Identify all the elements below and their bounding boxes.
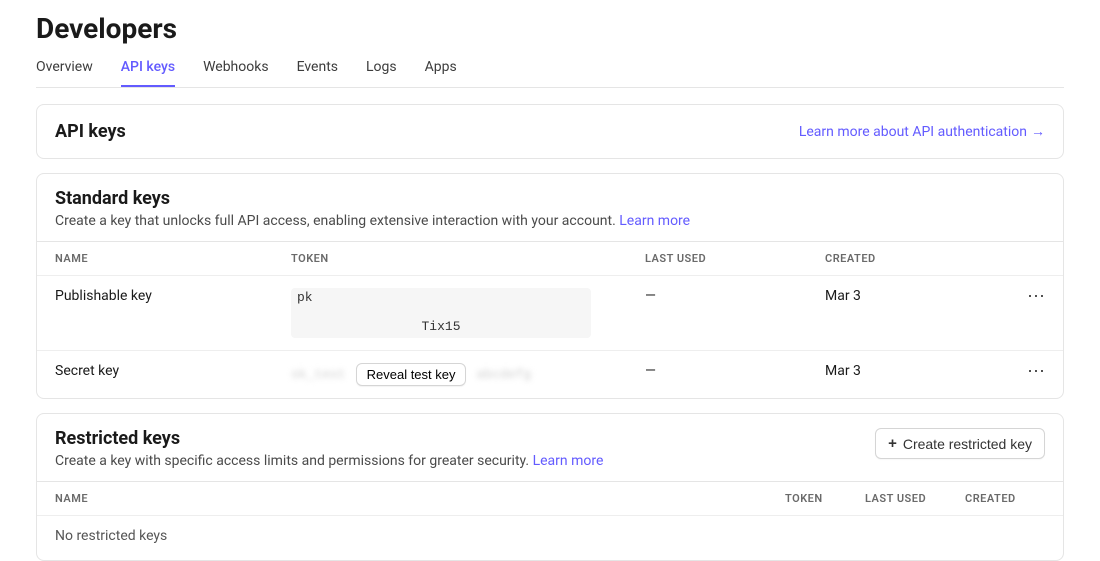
standard-keys-table-head: NAME TOKEN LAST USED CREATED: [37, 241, 1063, 275]
last-used: —: [645, 288, 825, 304]
created-date: Mar 3: [825, 288, 1015, 304]
restricted-keys-title: Restricted keys: [55, 428, 603, 449]
table-row: Secret key sk_test Reveal test key abcde…: [37, 350, 1063, 398]
key-name: Publishable key: [55, 288, 291, 304]
column-name: NAME: [55, 492, 785, 505]
row-actions-menu[interactable]: ⋯: [1015, 363, 1045, 381]
standard-keys-desc: Create a key that unlocks full API acces…: [55, 213, 1045, 229]
tab-logs[interactable]: Logs: [366, 59, 397, 87]
panel-title: API keys: [55, 121, 126, 142]
empty-state: No restricted keys: [37, 515, 1063, 560]
restricted-learn-more-link[interactable]: Learn more: [533, 453, 604, 469]
tab-api-keys[interactable]: API keys: [121, 59, 175, 87]
reveal-test-key-button[interactable]: Reveal test key: [356, 363, 467, 386]
more-icon: ⋯: [1027, 361, 1045, 382]
column-created: CREATED: [825, 252, 1015, 265]
page-title: Developers: [36, 0, 1064, 59]
restricted-keys-panel: Restricted keys Create a key with specif…: [36, 413, 1064, 561]
standard-learn-more-link[interactable]: Learn more: [619, 213, 690, 229]
restricted-keys-desc: Create a key with specific access limits…: [55, 453, 603, 469]
button-label: Create restricted key: [903, 436, 1032, 452]
column-last-used: LAST USED: [865, 492, 965, 505]
arrow-right-icon: →: [1031, 123, 1045, 140]
publishable-key-token[interactable]: pk Tix15: [291, 288, 591, 338]
table-row: Publishable key pk Tix15 — Mar 3 ⋯: [37, 275, 1063, 350]
tab-apps[interactable]: Apps: [425, 59, 457, 87]
link-text: Learn more about API authentication: [799, 124, 1027, 140]
masked-token: abcdefg: [476, 367, 531, 382]
standard-keys-title: Standard keys: [55, 188, 1045, 209]
more-icon: ⋯: [1027, 286, 1045, 307]
tab-webhooks[interactable]: Webhooks: [203, 59, 269, 87]
column-name: NAME: [55, 252, 291, 265]
created-date: Mar 3: [825, 363, 1015, 379]
masked-token: sk_test: [291, 367, 346, 382]
tab-overview[interactable]: Overview: [36, 59, 93, 87]
restricted-keys-table-head: NAME TOKEN LAST USED CREATED: [37, 481, 1063, 515]
plus-icon: +: [888, 435, 897, 452]
tab-events[interactable]: Events: [297, 59, 338, 87]
column-token: TOKEN: [291, 252, 645, 265]
tabs: Overview API keys Webhooks Events Logs A…: [36, 59, 1064, 88]
learn-more-auth-link[interactable]: Learn more about API authentication →: [799, 123, 1045, 140]
api-keys-header-panel: API keys Learn more about API authentica…: [36, 104, 1064, 159]
standard-keys-panel: Standard keys Create a key that unlocks …: [36, 173, 1064, 399]
column-created: CREATED: [965, 492, 1045, 505]
row-actions-menu[interactable]: ⋯: [1015, 288, 1045, 306]
column-last-used: LAST USED: [645, 252, 825, 265]
last-used: —: [645, 363, 825, 379]
create-restricted-key-button[interactable]: + Create restricted key: [875, 428, 1045, 459]
key-name: Secret key: [55, 363, 291, 379]
column-token: TOKEN: [785, 492, 865, 505]
